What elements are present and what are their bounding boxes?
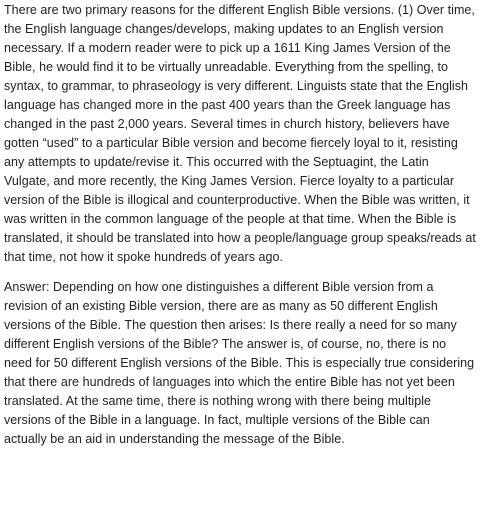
- document-body: There are two primary reasons for the di…: [4, 1, 476, 449]
- paragraph-answer: Answer: Depending on how one distinguish…: [4, 280, 475, 446]
- paragraph-reasons: There are two primary reasons for the di…: [4, 3, 476, 264]
